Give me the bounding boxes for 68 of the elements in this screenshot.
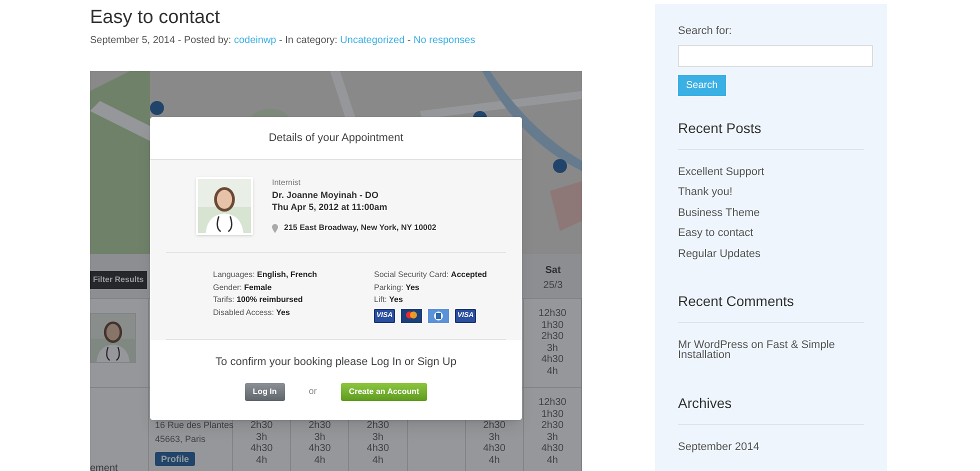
time-slot[interactable]: 4h30: [541, 443, 564, 454]
detail-text: Disabled Access: Yes: [213, 306, 291, 318]
create-account-button[interactable]: Create an Account: [340, 382, 428, 400]
time-slot[interactable]: 3h: [256, 432, 268, 443]
or-label: or: [308, 384, 317, 398]
widget-title: Recent Posts: [678, 118, 762, 136]
widget-link[interactable]: Thank you!: [678, 187, 848, 197]
time-slot[interactable]: 4h30: [366, 443, 390, 454]
time-slot[interactable]: 4h: [314, 454, 326, 466]
detail-text: Languages: English, French: [213, 269, 318, 281]
time-slot[interactable]: 1h30: [541, 320, 564, 331]
time-slot[interactable]: 4h: [372, 454, 384, 466]
filter-button[interactable]: Filter Results: [90, 271, 147, 289]
widget-link[interactable]: Mr WordPress on Fast & Simple Installation: [678, 340, 848, 360]
card-icon: [401, 308, 422, 322]
time-slot[interactable]: 4h: [488, 454, 500, 466]
card-icon: [428, 308, 449, 322]
day-label: Sat: [545, 264, 561, 278]
time-slot[interactable]: 4h: [546, 454, 558, 466]
time-slot[interactable]: 12h30: [538, 308, 566, 320]
time-slot[interactable]: 4h30: [308, 443, 331, 454]
widget-link[interactable]: Excellent Support: [678, 166, 848, 176]
time-slot[interactable]: 3h: [372, 432, 384, 443]
time-slot[interactable]: 3h: [488, 432, 500, 443]
detail-text: Tarifs: 100% reimbursed: [213, 294, 304, 306]
search-button[interactable]: Search: [678, 74, 726, 96]
meta-link[interactable]: No responses: [414, 33, 476, 48]
widget-link[interactable]: Regular Updates: [678, 248, 848, 258]
meta-link[interactable]: Uncategorized: [340, 33, 405, 48]
profile-button[interactable]: Profile: [155, 452, 196, 466]
time-slot[interactable]: 2h30: [541, 331, 564, 342]
log-in-button[interactable]: Log In: [244, 382, 285, 400]
detail-text: Gender: Female: [213, 282, 273, 294]
time-slot[interactable]: 3h: [314, 432, 326, 443]
widget-link[interactable]: September 2014: [678, 442, 848, 452]
time-slot[interactable]: 2h30: [541, 420, 564, 432]
meta-text: -: [406, 34, 412, 48]
time-slot[interactable]: 4h30: [483, 443, 506, 454]
widget-link[interactable]: Business Theme: [678, 208, 848, 218]
time-slot[interactable]: 2h30: [250, 420, 273, 432]
address-line: 45663, Paris: [155, 433, 207, 446]
time-slot[interactable]: 12h30: [538, 397, 566, 408]
time-slot[interactable]: 2h30: [483, 420, 506, 432]
post-title: Easy to contact: [90, 8, 221, 28]
meta-text: September 5, 2014 - Posted by:: [90, 34, 232, 48]
meta-link[interactable]: codeinwp: [234, 33, 276, 48]
detail-text: Parking: Yes: [374, 282, 420, 294]
search-field[interactable]: [678, 44, 873, 66]
time-slot[interactable]: 3h: [546, 432, 558, 443]
address-line: 16 Rue des Plantes: [155, 419, 232, 432]
widget-link[interactable]: Easy to contact: [678, 228, 848, 238]
time-slot[interactable]: 4h: [546, 366, 558, 377]
detail-text: Lift: Yes: [374, 294, 404, 306]
confirm-message: To confirm your booking please Log In or Sign Up: [216, 355, 456, 370]
time-slot[interactable]: 4h: [256, 454, 268, 466]
time-slot[interactable]: 4h30: [250, 443, 273, 454]
cut-text: ement: [90, 462, 119, 471]
meta-text: - In category:: [278, 34, 338, 48]
time-slot[interactable]: 2h30: [366, 420, 390, 432]
widget-title: Archives: [678, 394, 733, 412]
time-slot[interactable]: 4h30: [541, 354, 564, 366]
widget-title: Recent Comments: [678, 292, 795, 310]
time-slot[interactable]: 3h: [546, 342, 558, 354]
detail-text: Social Security Card: Accepted: [374, 269, 487, 281]
time-slot[interactable]: 2h30: [308, 420, 331, 432]
time-slot[interactable]: 1h30: [541, 408, 564, 420]
date-label: 25/3: [543, 279, 563, 293]
search-label: Search for:: [678, 24, 733, 39]
